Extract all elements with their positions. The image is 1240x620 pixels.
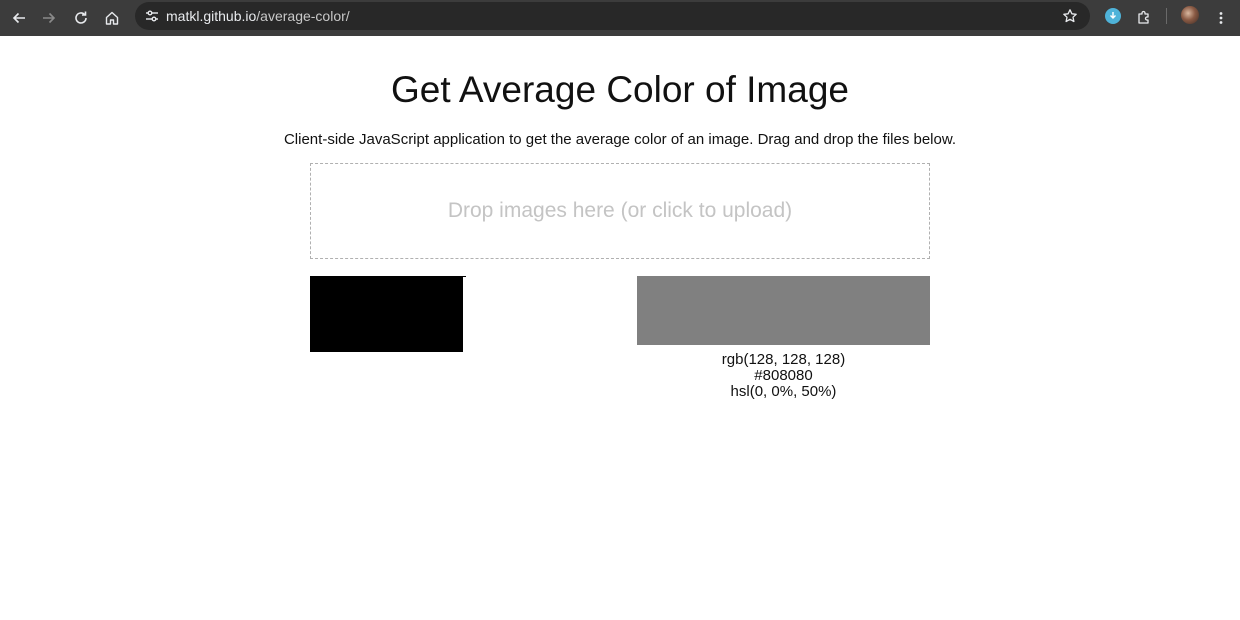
rgb-value: rgb(128, 128, 128) (721, 351, 846, 368)
puzzle-icon (1138, 10, 1149, 24)
reload-icon (75, 11, 87, 24)
arrow-right-icon (43, 12, 56, 24)
page-title: Get Average Color of Image (391, 69, 849, 110)
dropzone-label: Drop images here (or click to upload) (447, 199, 793, 222)
extensions-button[interactable] (1130, 4, 1158, 32)
tune-icon (146, 10, 158, 22)
uploaded-image-preview (310, 276, 463, 352)
image-dropzone[interactable]: Drop images here (or click to upload) (310, 163, 930, 259)
toolbar-separator (1166, 8, 1167, 24)
download-extension-button[interactable] (1105, 8, 1121, 24)
site-info-button[interactable] (140, 4, 164, 28)
arrow-left-icon (12, 12, 25, 24)
profile-avatar[interactable] (1181, 6, 1199, 24)
address-bar[interactable]: matkl.github.io/average-color/ (135, 2, 1090, 30)
back-button[interactable] (5, 4, 33, 32)
browser-menu-button[interactable] (1207, 4, 1235, 32)
color-values: rgb(128, 128, 128) #808080 hsl(0, 0%, 50… (637, 352, 930, 400)
bookmark-button[interactable] (1058, 4, 1082, 28)
reload-button[interactable] (67, 4, 95, 32)
forward-button[interactable] (35, 4, 63, 32)
average-color-swatch (637, 276, 930, 345)
hex-value: #808080 (754, 367, 813, 384)
star-icon (1063, 9, 1077, 23)
kebab-menu-icon (1219, 12, 1223, 24)
url-path: /average-color/ (256, 8, 350, 24)
url-host: matkl.github.io (166, 8, 257, 24)
home-icon (105, 11, 119, 25)
download-icon (1110, 12, 1116, 19)
home-button[interactable] (98, 4, 126, 32)
browser-toolbar: matkl.github.io/average-color/ (0, 0, 1240, 36)
page-description: Client-side JavaScript application to ge… (283, 131, 957, 148)
hsl-value: hsl(0, 0%, 50%) (730, 383, 837, 400)
image-preview-edge (463, 276, 466, 277)
url-text[interactable]: matkl.github.io/average-color/ (166, 7, 350, 25)
